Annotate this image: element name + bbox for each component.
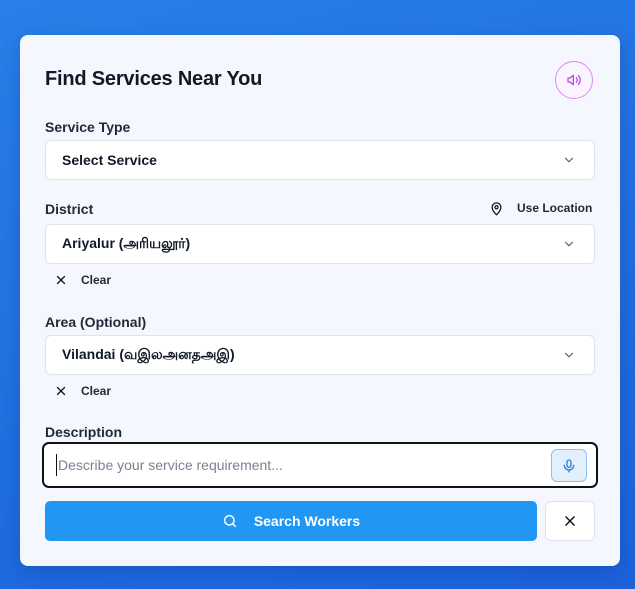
service-type-label: Service Type xyxy=(45,119,131,135)
chevron-down-icon xyxy=(564,352,574,358)
service-type-value: Select Service xyxy=(62,152,157,168)
use-location-label: Use Location xyxy=(517,201,593,215)
microphone-icon xyxy=(563,458,575,473)
area-select[interactable]: Vilandai (வஇலஅனதஅஇ) xyxy=(45,335,595,375)
reset-form-button[interactable] xyxy=(545,501,595,541)
chevron-down-icon xyxy=(564,241,574,247)
clear-district-button[interactable]: Clear xyxy=(55,271,111,289)
voice-input-button[interactable] xyxy=(551,449,587,482)
search-form-card: Find Services Near You Service Type Sele… xyxy=(20,35,620,566)
description-field xyxy=(42,442,598,488)
search-icon xyxy=(223,514,236,528)
clear-area-label: Clear xyxy=(81,384,112,398)
area-value: Vilandai (வஇலஅனதஅஇ) xyxy=(62,345,235,362)
use-location-button[interactable]: Use Location xyxy=(489,199,592,217)
district-value: Ariyalur (அரியலூர்) xyxy=(62,234,191,251)
service-type-select[interactable]: Select Service xyxy=(45,140,595,180)
form-title: Find Services Near You xyxy=(45,68,263,90)
close-icon xyxy=(56,275,66,285)
chevron-down-icon xyxy=(564,157,574,163)
description-label: Description xyxy=(45,424,123,440)
search-workers-label: Search Workers xyxy=(253,513,361,529)
clear-area-button[interactable]: Clear xyxy=(55,382,111,400)
read-aloud-button[interactable] xyxy=(555,61,593,99)
close-icon xyxy=(56,386,66,396)
location-pin-icon xyxy=(491,201,502,215)
description-input[interactable] xyxy=(56,454,538,476)
search-workers-button[interactable]: Search Workers xyxy=(45,501,537,541)
speaker-icon xyxy=(567,74,581,86)
district-select[interactable]: Ariyalur (அரியலூர்) xyxy=(45,224,595,264)
close-icon xyxy=(565,516,575,526)
district-label: District xyxy=(45,201,94,217)
area-label: Area (Optional) xyxy=(45,314,147,330)
clear-district-label: Clear xyxy=(81,273,112,287)
